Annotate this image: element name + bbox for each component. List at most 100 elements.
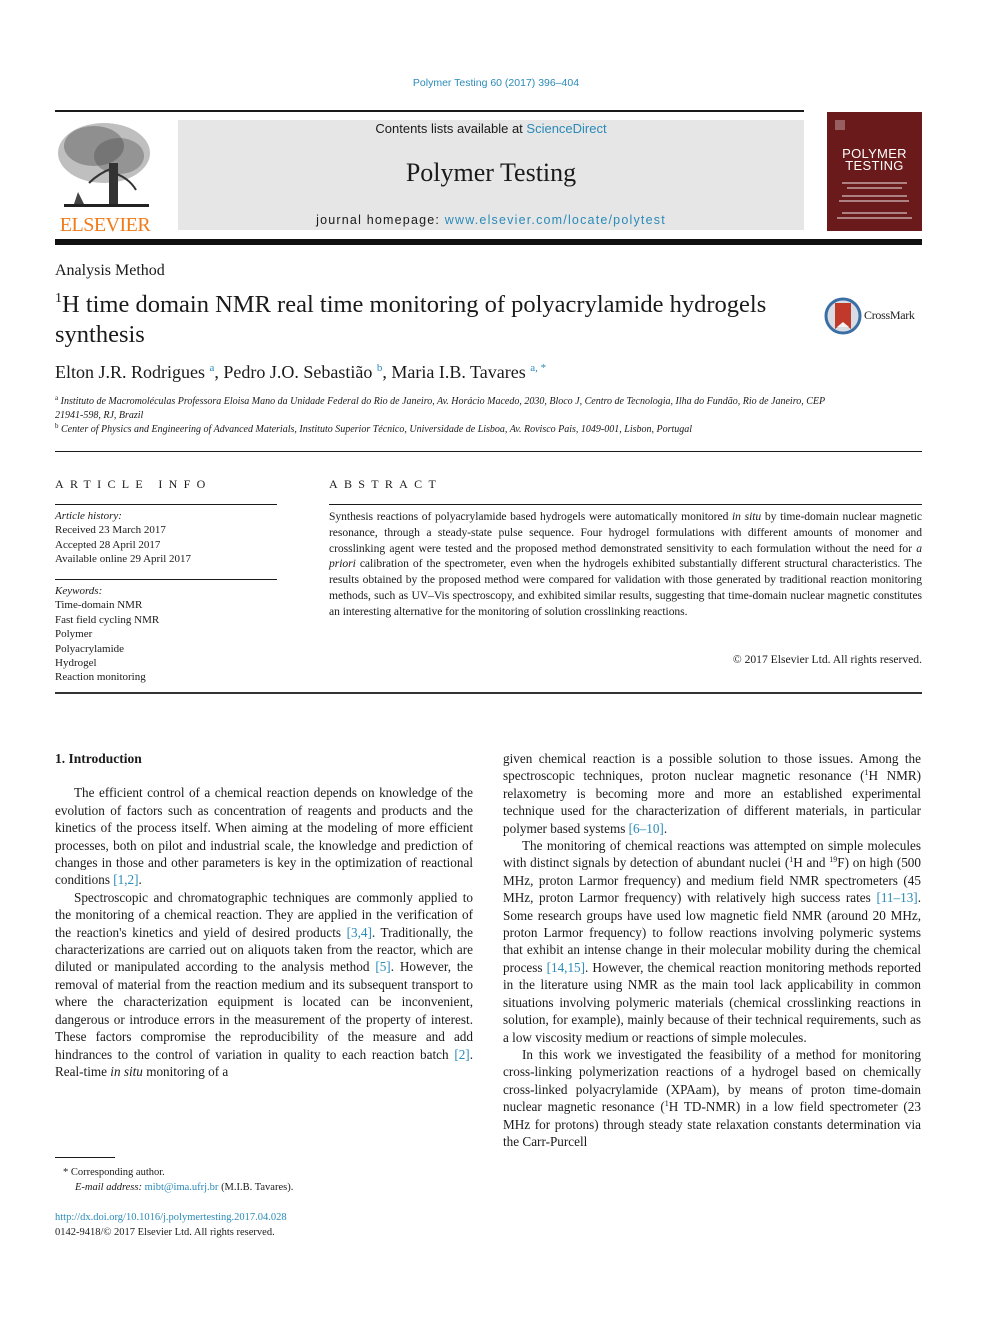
citation-link[interactable]: [1,2]: [113, 872, 138, 887]
paragraph-text: H and: [793, 855, 830, 871]
author-name[interactable]: Pedro J.O. Sebastião: [223, 362, 372, 382]
article-title: 1H time domain NMR real time monitoring …: [55, 290, 775, 350]
citation-link[interactable]: [2]: [454, 1047, 469, 1062]
paragraph: In this work we investigated the feasibi…: [503, 1046, 921, 1150]
cover-text-line: [839, 200, 909, 202]
elsevier-logo[interactable]: ELSEVIER: [54, 118, 156, 235]
journal-masthead: Contents lists available at ScienceDirec…: [178, 120, 804, 230]
cover-title: POLYMER TESTING: [842, 146, 907, 173]
paragraph-text: .: [663, 820, 668, 836]
affiliation: b Center of Physics and Engineering of A…: [55, 423, 835, 437]
divider: [55, 692, 922, 694]
paragraph: Spectroscopic and chromatographic techni…: [55, 889, 473, 1080]
paragraph: The monitoring of chemical reactions was…: [503, 837, 921, 1046]
crossmark-label: CrossMark: [864, 308, 915, 322]
divider: [55, 451, 922, 452]
abstract-segment: Synthesis reactions of polyacrylamide ba…: [329, 510, 733, 523]
cover-logo-icon: [835, 120, 845, 130]
affiliation-text: Center of Physics and Engineering of Adv…: [61, 424, 693, 435]
email-suffix: (M.I.B. Tavares).: [218, 1182, 294, 1193]
journal-name: Polymer Testing: [405, 158, 577, 187]
crossmark-icon: [824, 297, 862, 335]
abstract-italic: in situ: [732, 510, 762, 523]
abstract-heading: ABSTRACT: [329, 477, 443, 491]
paragraph-text: given chemical reaction is a possible so…: [503, 751, 921, 784]
divider: [329, 504, 922, 505]
abstract-text: Synthesis reactions of polyacrylamide ba…: [329, 509, 922, 620]
abstract-segment: calibration of the spectrometer, even wh…: [329, 557, 922, 618]
affiliation-text: Instituto de Macromoléculas Professora E…: [55, 396, 825, 421]
crossmark-button[interactable]: CrossMark: [824, 296, 924, 336]
corresponding-author-note: * Corresponding author.: [55, 1165, 293, 1180]
citation-link[interactable]: [3,4]: [347, 925, 372, 940]
affiliation: a Instituto de Macromoléculas Professora…: [55, 395, 835, 423]
email-label: E-mail address:: [75, 1182, 142, 1193]
email-link[interactable]: mibt@ima.ufrj.br: [145, 1182, 219, 1193]
section-heading: 1. Introduction: [55, 751, 142, 766]
paragraph-italic: in situ: [110, 1063, 143, 1079]
author-list: Elton J.R. Rodrigues a, Pedro J.O. Sebas…: [55, 362, 546, 383]
cover-text-line: [842, 182, 907, 184]
author-name[interactable]: Maria I.B. Tavares: [391, 362, 525, 382]
title-text: H time domain NMR real time monitoring o…: [55, 291, 767, 348]
history-accepted: Accepted 28 April 2017: [55, 538, 161, 551]
paragraph-text: monitoring of a: [142, 1063, 229, 1079]
running-header[interactable]: Polymer Testing 60 (2017) 396–404: [0, 77, 992, 89]
header-rule: [55, 110, 804, 112]
body-column-left: 1. Introduction The efficient control of…: [55, 750, 473, 1080]
keyword: Hydrogel: [55, 657, 97, 670]
keyword: Fast field cycling NMR: [55, 613, 160, 626]
citation-link[interactable]: [6–10]: [629, 821, 664, 836]
citation-link[interactable]: [11–13]: [876, 890, 917, 905]
keyword: Polymer: [55, 628, 93, 641]
keyword: Time-domain NMR: [55, 599, 143, 612]
divider: [55, 579, 277, 580]
contents-line: Contents lists available at ScienceDirec…: [178, 121, 804, 136]
journal-cover-image[interactable]: POLYMER TESTING: [827, 112, 922, 231]
affiliation-mark[interactable]: a, *: [530, 362, 546, 374]
article-info-heading: ARTICLE INFO: [55, 477, 212, 491]
doi-block: http://dx.doi.org/10.1016/j.polymertesti…: [55, 1210, 287, 1240]
history-label: Article history:: [55, 510, 122, 522]
tree-icon: [58, 123, 150, 207]
cover-text-line: [847, 187, 902, 189]
masthead-rule: [55, 239, 922, 245]
keywords-label: Keywords:: [55, 585, 103, 597]
author-name[interactable]: Elton J.R. Rodrigues: [55, 362, 205, 382]
keyword: Reaction monitoring: [55, 671, 146, 684]
article-history: Article history: Received 23 March 2017 …: [55, 509, 191, 567]
homepage-prefix: journal homepage:: [316, 213, 445, 227]
footnote-rule: [55, 1157, 115, 1158]
abstract-copyright: © 2017 Elsevier Ltd. All rights reserved…: [732, 653, 922, 666]
citation-link[interactable]: [14,15]: [547, 960, 585, 975]
footnote: * Corresponding author. E-mail address: …: [55, 1165, 293, 1195]
article-type: Analysis Method: [55, 262, 165, 279]
history-online: Available online 29 April 2017: [55, 553, 192, 566]
affiliation-letter: a: [55, 394, 59, 402]
paragraph-text: . However, the removal of material from …: [55, 959, 473, 1062]
issn-copyright: 0142-9418/© 2017 Elsevier Ltd. All right…: [55, 1227, 275, 1238]
keyword: Polyacrylamide: [55, 642, 125, 655]
contents-prefix: Contents lists available at: [375, 121, 527, 136]
journal-homepage-link[interactable]: www.elsevier.com/locate/polytest: [445, 213, 666, 227]
cover-text-line: [842, 212, 907, 214]
affiliation-letter: b: [55, 422, 59, 430]
keywords: Keywords: Time-domain NMR Fast field cyc…: [55, 584, 159, 685]
history-received: Received 23 March 2017: [55, 524, 166, 537]
paragraph-text: .: [138, 872, 142, 888]
citation-link[interactable]: [5]: [375, 959, 390, 974]
doi-link[interactable]: http://dx.doi.org/10.1016/j.polymertesti…: [55, 1212, 287, 1223]
cover-text-line: [837, 217, 912, 219]
email-note: E-mail address: mibt@ima.ufrj.br (M.I.B.…: [55, 1180, 293, 1195]
sciencedirect-link[interactable]: ScienceDirect: [526, 121, 606, 136]
homepage-line: journal homepage: www.elsevier.com/locat…: [178, 213, 804, 227]
elsevier-wordmark: ELSEVIER: [59, 214, 151, 236]
cover-text-line: [842, 195, 907, 197]
footnote-star: *: [63, 1167, 69, 1178]
paragraph: given chemical reaction is a possible so…: [503, 750, 921, 837]
title-superscript: 1: [55, 291, 62, 306]
paragraph: The efficient control of a chemical reac…: [55, 784, 473, 888]
divider: [55, 504, 277, 505]
body-column-right: given chemical reaction is a possible so…: [503, 750, 921, 1150]
footnote-text: Corresponding author.: [70, 1167, 165, 1178]
